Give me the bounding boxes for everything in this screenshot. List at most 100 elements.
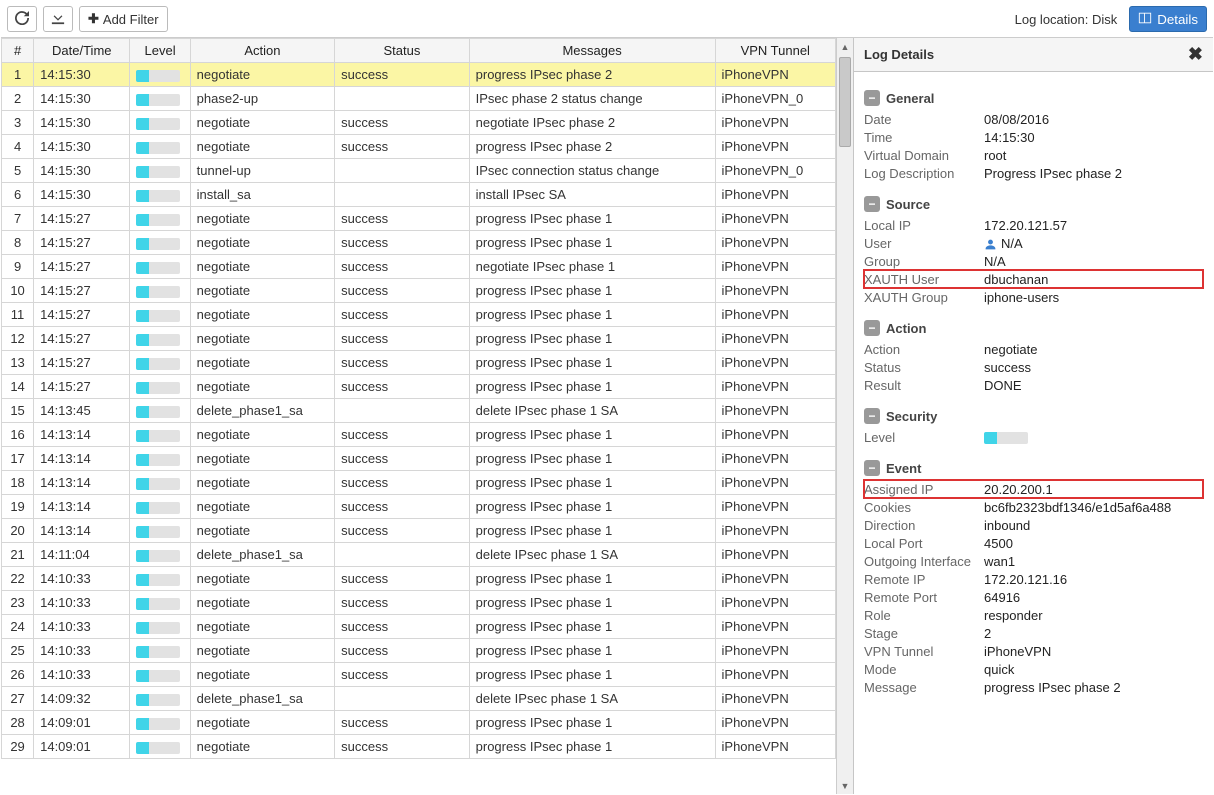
cell-time: 14:15:27 <box>34 327 130 351</box>
field-key: Cookies <box>864 500 984 515</box>
table-row[interactable]: 514:15:30tunnel-upIPsec connection statu… <box>2 159 836 183</box>
cell-level <box>130 567 190 591</box>
details-title: Log Details <box>864 47 934 62</box>
table-row[interactable]: 1314:15:27negotiatesuccessprogress IPsec… <box>2 351 836 375</box>
table-row[interactable]: 1514:13:45delete_phase1_sadelete IPsec p… <box>2 399 836 423</box>
add-filter-label: Add Filter <box>103 12 159 27</box>
section-header-security[interactable]: −Security <box>864 408 1203 424</box>
cell-action: negotiate <box>190 735 335 759</box>
field-value: bc6fb2323bdf1346/e1d5af6a488 <box>984 500 1203 515</box>
cell-time: 14:13:14 <box>34 423 130 447</box>
table-row[interactable]: 1014:15:27negotiatesuccessprogress IPsec… <box>2 279 836 303</box>
table-row[interactable]: 1714:13:14negotiatesuccessprogress IPsec… <box>2 447 836 471</box>
cell-time: 14:13:14 <box>34 447 130 471</box>
table-header-row: # Date/Time Level Action Status Messages… <box>2 39 836 63</box>
details-panel: Log Details ✖ −GeneralDate08/08/2016Time… <box>853 38 1213 794</box>
download-icon <box>51 11 65 28</box>
cell-status: success <box>335 591 469 615</box>
field-key: Date <box>864 112 984 127</box>
refresh-button[interactable] <box>7 6 37 32</box>
table-row[interactable]: 2214:10:33negotiatesuccessprogress IPsec… <box>2 567 836 591</box>
cell-idx: 1 <box>2 63 34 87</box>
scroll-track[interactable] <box>837 55 853 777</box>
table-row[interactable]: 2414:10:33negotiatesuccessprogress IPsec… <box>2 615 836 639</box>
cell-time: 14:09:01 <box>34 735 130 759</box>
table-row[interactable]: 114:15:30negotiatesuccessprogress IPsec … <box>2 63 836 87</box>
cell-status: success <box>335 231 469 255</box>
cell-idx: 9 <box>2 255 34 279</box>
table-row[interactable]: 1814:13:14negotiatesuccessprogress IPsec… <box>2 471 836 495</box>
cell-msg: IPsec connection status change <box>469 159 715 183</box>
close-icon[interactable]: ✖ <box>1188 44 1203 65</box>
details-label: Details <box>1157 12 1198 27</box>
scroll-up-icon[interactable]: ▲ <box>837 38 853 55</box>
cell-action: negotiate <box>190 447 335 471</box>
scroll-down-icon[interactable]: ▼ <box>837 777 853 794</box>
section-source: −SourceLocal IP172.20.121.57UserN/AGroup… <box>854 184 1213 308</box>
hdr-messages[interactable]: Messages <box>469 39 715 63</box>
cell-msg: progress IPsec phase 1 <box>469 327 715 351</box>
download-button[interactable] <box>43 6 73 32</box>
field-value: 20.20.200.1 <box>984 482 1203 497</box>
cell-msg: progress IPsec phase 2 <box>469 63 715 87</box>
cell-action: negotiate <box>190 663 335 687</box>
table-row[interactable]: 2314:10:33negotiatesuccessprogress IPsec… <box>2 591 836 615</box>
table-row[interactable]: 714:15:27negotiatesuccessprogress IPsec … <box>2 207 836 231</box>
cell-idx: 4 <box>2 135 34 159</box>
field-key: Stage <box>864 626 984 641</box>
cell-status <box>335 399 469 423</box>
table-row[interactable]: 1114:15:27negotiatesuccessprogress IPsec… <box>2 303 836 327</box>
add-filter-button[interactable]: ✚Add Filter <box>79 6 168 32</box>
table-row[interactable]: 2814:09:01negotiatesuccessprogress IPsec… <box>2 711 836 735</box>
hdr-level[interactable]: Level <box>130 39 190 63</box>
table-row[interactable]: 2014:13:14negotiatesuccessprogress IPsec… <box>2 519 836 543</box>
section-title: Event <box>886 461 921 476</box>
table-row[interactable]: 214:15:30phase2-upIPsec phase 2 status c… <box>2 87 836 111</box>
collapse-icon[interactable]: − <box>864 320 880 336</box>
cell-idx: 28 <box>2 711 34 735</box>
table-row[interactable]: 2514:10:33negotiatesuccessprogress IPsec… <box>2 639 836 663</box>
cell-msg: progress IPsec phase 1 <box>469 351 715 375</box>
table-row[interactable]: 1414:15:27negotiatesuccessprogress IPsec… <box>2 375 836 399</box>
hdr-status[interactable]: Status <box>335 39 469 63</box>
section-header-action[interactable]: −Action <box>864 320 1203 336</box>
section-header-source[interactable]: −Source <box>864 196 1203 212</box>
table-row[interactable]: 314:15:30negotiatesuccessnegotiate IPsec… <box>2 111 836 135</box>
cell-status <box>335 159 469 183</box>
table-row[interactable]: 1914:13:14negotiatesuccessprogress IPsec… <box>2 495 836 519</box>
cell-level <box>130 63 190 87</box>
table-row[interactable]: 414:15:30negotiatesuccessprogress IPsec … <box>2 135 836 159</box>
table-row[interactable]: 614:15:30install_sainstall IPsec SAiPhon… <box>2 183 836 207</box>
cell-status: success <box>335 63 469 87</box>
field-key: Mode <box>864 662 984 677</box>
table-row[interactable]: 2614:10:33negotiatesuccessprogress IPsec… <box>2 663 836 687</box>
scroll-thumb[interactable] <box>839 57 851 147</box>
level-bar-icon <box>136 70 180 82</box>
table-row[interactable]: 914:15:27negotiatesuccessnegotiate IPsec… <box>2 255 836 279</box>
cell-level <box>130 327 190 351</box>
cell-time: 14:13:45 <box>34 399 130 423</box>
collapse-icon[interactable]: − <box>864 196 880 212</box>
hdr-vpntunnel[interactable]: VPN Tunnel <box>715 39 835 63</box>
table-row[interactable]: 1214:15:27negotiatesuccessprogress IPsec… <box>2 327 836 351</box>
table-row[interactable]: 2914:09:01negotiatesuccessprogress IPsec… <box>2 735 836 759</box>
table-row[interactable]: 1614:13:14negotiatesuccessprogress IPsec… <box>2 423 836 447</box>
details-button[interactable]: Details <box>1129 6 1207 32</box>
table-row[interactable]: 814:15:27negotiatesuccessprogress IPsec … <box>2 231 836 255</box>
field-event-9: VPN TunneliPhoneVPN <box>864 642 1203 660</box>
hdr-idx[interactable]: # <box>2 39 34 63</box>
hdr-action[interactable]: Action <box>190 39 335 63</box>
field-key: XAUTH User <box>864 272 984 287</box>
section-header-general[interactable]: −General <box>864 90 1203 106</box>
table-row[interactable]: 2114:11:04delete_phase1_sadelete IPsec p… <box>2 543 836 567</box>
cell-time: 14:15:30 <box>34 183 130 207</box>
collapse-icon[interactable]: − <box>864 408 880 424</box>
section-header-event[interactable]: −Event <box>864 460 1203 476</box>
collapse-icon[interactable]: − <box>864 90 880 106</box>
hdr-datetime[interactable]: Date/Time <box>34 39 130 63</box>
collapse-icon[interactable]: − <box>864 460 880 476</box>
level-bar-icon <box>136 430 180 442</box>
vertical-scrollbar[interactable]: ▲ ▼ <box>836 38 853 794</box>
table-row[interactable]: 2714:09:32delete_phase1_sadelete IPsec p… <box>2 687 836 711</box>
cell-vpn: iPhoneVPN <box>715 111 835 135</box>
